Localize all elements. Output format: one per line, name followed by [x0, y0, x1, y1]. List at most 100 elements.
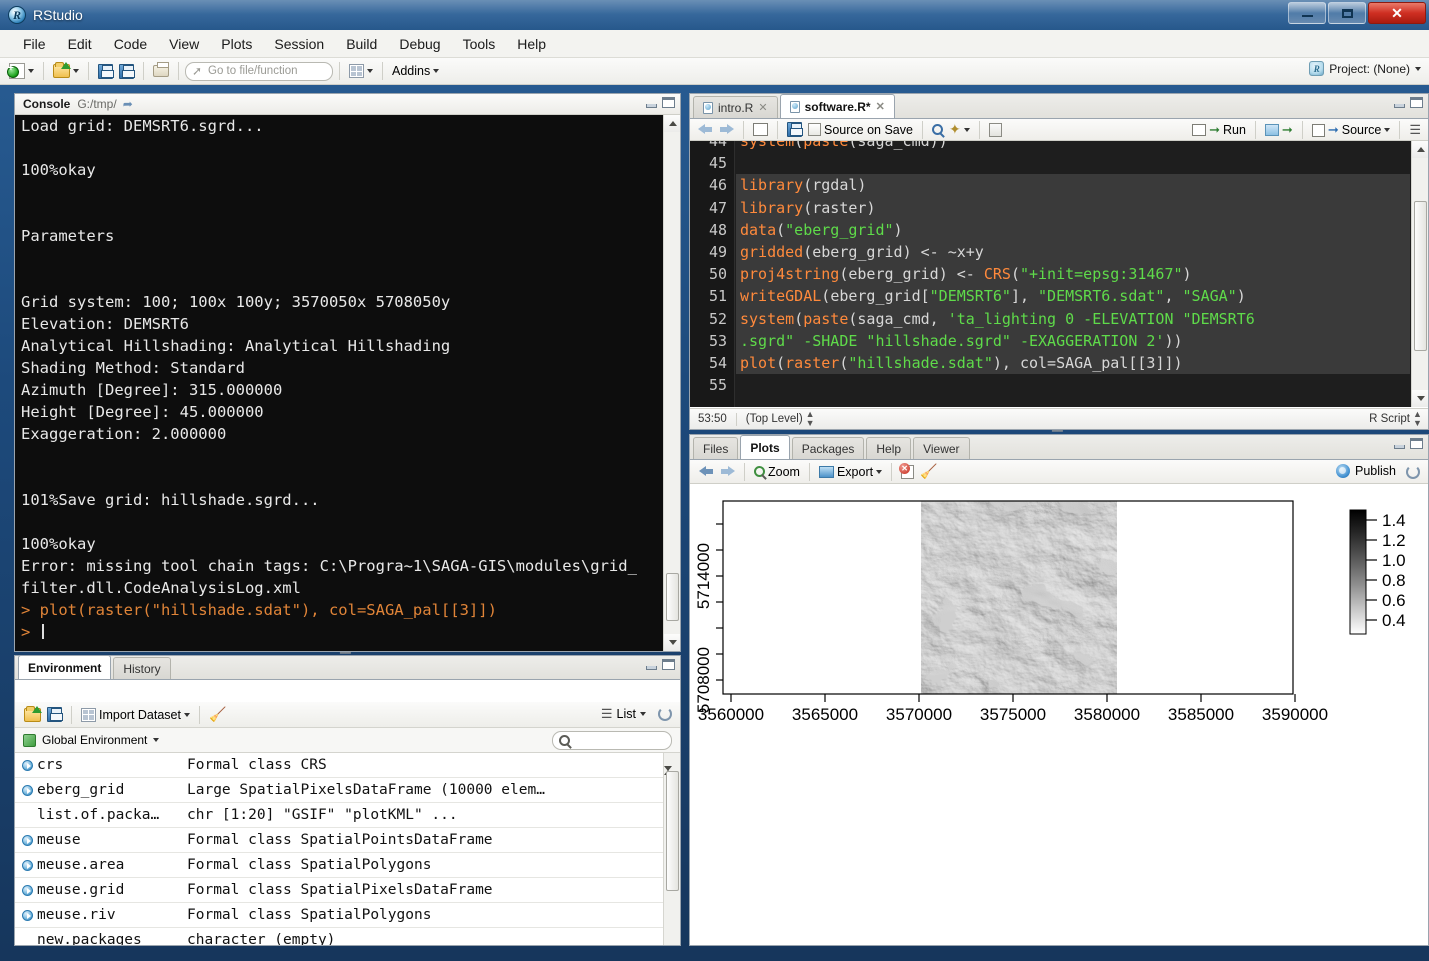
tab-files[interactable]: Files — [693, 437, 739, 459]
compile-report-button[interactable] — [986, 121, 1005, 139]
environment-row[interactable]: new.packages character (empty) — [15, 928, 680, 945]
tab-help[interactable]: Help — [866, 437, 912, 459]
environment-maximize-icon[interactable] — [662, 659, 675, 670]
workspace-panes-button[interactable] — [346, 62, 376, 80]
menu-item-plots[interactable]: Plots — [210, 33, 263, 55]
environment-row[interactable]: list.of.packa… chr [1:20] "GSIF" "plotKML… — [15, 803, 680, 828]
print-button[interactable] — [150, 62, 172, 79]
code-line[interactable]: gridded(eberg_grid) <- ~x+y — [736, 240, 1410, 264]
load-workspace-button[interactable] — [21, 705, 44, 724]
source-scrollbar[interactable] — [1411, 141, 1428, 407]
import-dataset-button[interactable]: Import Dataset — [78, 706, 193, 724]
minimize-button[interactable] — [1288, 2, 1326, 24]
code-line[interactable] — [736, 152, 1410, 174]
open-file-button[interactable] — [50, 62, 82, 80]
code-tools-button[interactable]: ✦ — [946, 119, 973, 140]
environment-minimize-icon[interactable] — [646, 666, 657, 670]
find-replace-button[interactable] — [929, 122, 946, 137]
show-in-new-window-button[interactable] — [750, 121, 771, 138]
code-line[interactable]: data("eberg_grid") — [736, 218, 1410, 241]
document-outline-button[interactable]: ☰ — [1406, 120, 1424, 140]
expand-icon[interactable] — [22, 759, 33, 771]
source-scroll-up-button[interactable] — [1412, 141, 1428, 158]
code-line[interactable]: writeGDAL(eberg_grid["DEMSRT6"], "DEMSRT… — [736, 285, 1410, 308]
environment-row[interactable]: meuse.riv Formal class SpatialPolygons — [15, 903, 680, 928]
menu-item-code[interactable]: Code — [103, 33, 158, 55]
expand-icon[interactable] — [22, 909, 33, 921]
tab-intro-r[interactable]: intro.R ✕ — [693, 96, 778, 118]
chevron-down-icon[interactable] — [153, 738, 160, 742]
source-on-save-checkbox[interactable]: Source on Save — [805, 121, 916, 139]
source-minimize-icon[interactable] — [1394, 104, 1405, 108]
environment-object-list[interactable]: crs Formal class CRS eberg_grid Large Spati… — [15, 753, 680, 945]
source-code-area[interactable]: 44 45 46 47 48 49 50 51 52 53 54 55 system(paste(sa… — [690, 141, 1428, 407]
menu-item-edit[interactable]: Edit — [57, 33, 103, 55]
expand-icon[interactable] — [22, 834, 33, 846]
code-line[interactable]: system(paste(saga_cmd, 'ta_lighting 0 -E… — [736, 307, 1410, 330]
goto-file-function-input[interactable]: ➚ Go to file/function — [185, 61, 333, 81]
rerun-button[interactable]: ➞ — [1262, 122, 1296, 138]
plot-display-area[interactable]: 5714000 5708000 3560000 3565000 3570000 357… — [690, 484, 1428, 945]
new-file-button[interactable] — [6, 61, 37, 81]
source-scrollbar-thumb[interactable] — [1414, 201, 1427, 351]
console-scrollbar[interactable] — [663, 115, 680, 651]
tab-history[interactable]: History — [113, 657, 171, 679]
close-button[interactable]: ✕ — [1368, 2, 1426, 24]
export-plot-button[interactable]: Export — [816, 463, 885, 481]
code-line[interactable]: plot(raster("hillshade.sdat"), col=SAGA_… — [736, 351, 1410, 375]
console-scroll-up-button[interactable] — [664, 115, 680, 132]
menu-item-file[interactable]: File — [12, 33, 57, 55]
environment-row[interactable]: meuse Formal class SpatialPointsDataFrame — [15, 828, 680, 853]
close-icon[interactable]: ✕ — [876, 100, 885, 113]
menu-item-session[interactable]: Session — [263, 33, 335, 55]
source-code-text[interactable]: system(paste(saga_cmd)) library(rgdal) li… — [736, 141, 1410, 407]
tab-software-r[interactable]: software.R* ✕ — [779, 94, 895, 118]
code-line[interactable]: proj4string(eberg_grid) <- CRS("+init=ep… — [736, 263, 1410, 286]
environment-row[interactable]: meuse.grid Formal class SpatialPixelsData… — [15, 878, 680, 903]
close-icon[interactable]: ✕ — [758, 101, 767, 114]
tab-viewer[interactable]: Viewer — [913, 437, 970, 459]
console-minimize-icon[interactable] — [646, 104, 657, 108]
console-open-dir-icon[interactable]: ➦ — [123, 97, 133, 111]
tab-packages[interactable]: Packages — [791, 437, 865, 459]
expand-icon[interactable] — [22, 859, 33, 871]
save-all-button[interactable] — [116, 62, 137, 81]
console-maximize-icon[interactable] — [662, 97, 675, 108]
console-output-area[interactable]: Load grid: DEMSRT6.sgrd... 100%okay Para… — [15, 115, 680, 651]
source-scroll-down-button[interactable] — [1412, 390, 1428, 407]
environment-row[interactable]: eberg_grid Large SpatialPixelsDataFrame (… — [15, 778, 680, 803]
run-button[interactable]: ➞ Run — [1189, 121, 1249, 139]
code-line[interactable]: library(raster) — [736, 196, 1410, 219]
remove-plot-button[interactable]: ✕ — [898, 462, 917, 481]
code-line[interactable] — [736, 396, 1410, 407]
plots-refresh-button[interactable] — [1406, 465, 1420, 484]
plots-minimize-icon[interactable] — [1394, 445, 1405, 449]
menu-item-help[interactable]: Help — [506, 33, 557, 55]
console-working-dir[interactable]: G:/tmp/ — [77, 97, 116, 111]
publish-button[interactable]: Publish — [1336, 464, 1396, 478]
source-button[interactable]: ➞ Source — [1309, 121, 1394, 139]
code-line[interactable]: .sgrd" -SHADE "hillshade.sgrd" -EXAGGERA… — [736, 329, 1410, 352]
environment-search-input[interactable] — [552, 731, 672, 750]
addins-button[interactable]: Addins — [389, 62, 442, 80]
menu-item-view[interactable]: View — [158, 33, 210, 55]
environment-scrollbar-thumb[interactable] — [666, 771, 679, 891]
maximize-button[interactable] — [1328, 2, 1366, 24]
menu-item-tools[interactable]: Tools — [452, 33, 507, 55]
next-plot-button[interactable] — [717, 463, 738, 480]
code-line[interactable]: library(rgdal) — [736, 174, 1410, 197]
scope-label[interactable]: (Top Level) — [746, 413, 803, 425]
source-save-button[interactable] — [784, 120, 805, 139]
clear-objects-button[interactable]: 🧹 — [206, 704, 229, 725]
source-maximize-icon[interactable] — [1410, 97, 1423, 108]
code-line[interactable]: system(paste(saga_cmd)) — [736, 141, 1410, 152]
environment-row[interactable]: meuse.area Formal class SpatialPolygons — [15, 853, 680, 878]
previous-plot-button[interactable] — [696, 463, 717, 480]
environment-row[interactable]: crs Formal class CRS — [15, 753, 680, 778]
console-scroll-down-button[interactable] — [664, 634, 680, 651]
environment-view-mode-button[interactable]: ☰ List — [601, 706, 646, 722]
menu-item-debug[interactable]: Debug — [388, 33, 451, 55]
environment-scrollbar[interactable] — [663, 753, 680, 945]
clear-all-plots-button[interactable]: 🧹 — [917, 461, 940, 482]
source-forward-button[interactable] — [716, 121, 737, 138]
